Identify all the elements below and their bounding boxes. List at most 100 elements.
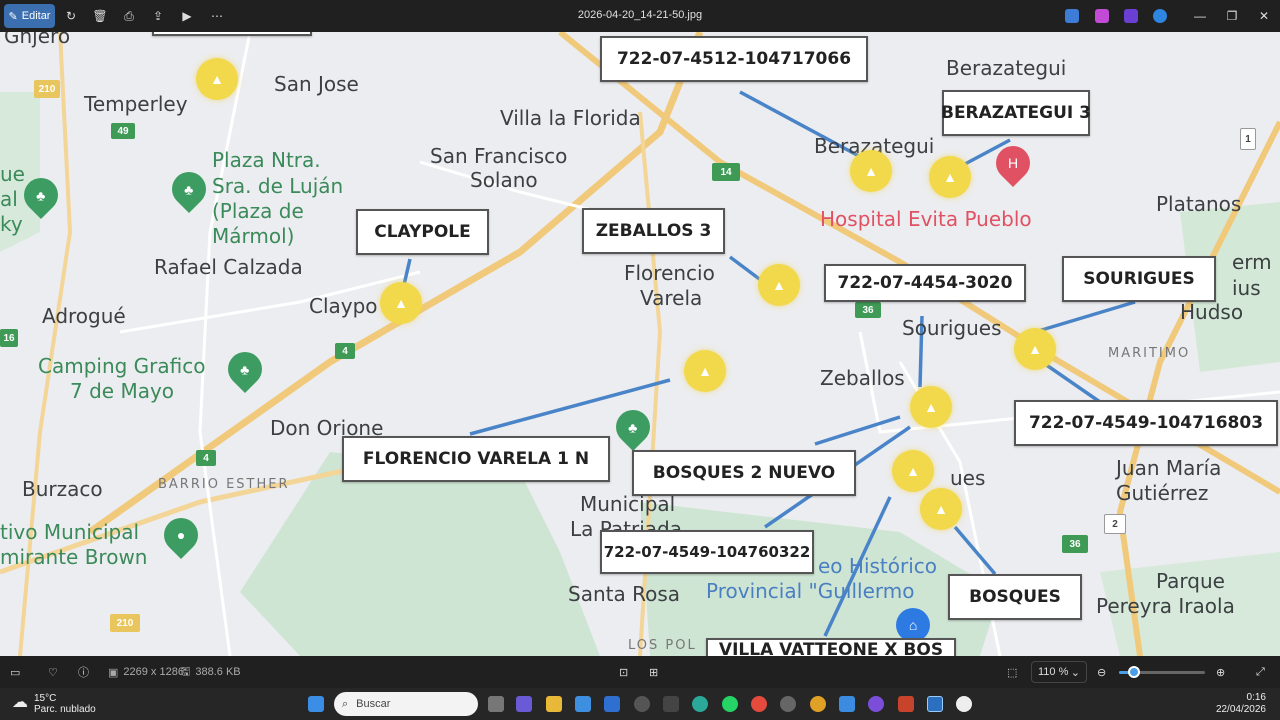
place-museo-2: Provincial "Guillermo	[706, 579, 915, 603]
place-san-francisco: San Francisco	[430, 144, 568, 168]
dimensions-icon: ▣	[108, 666, 119, 679]
outlook-icon[interactable]	[604, 696, 620, 712]
place-florencio: Florencio	[624, 261, 715, 285]
place-ky: ky	[0, 212, 23, 236]
photos-app-window: ✎ Editar ↻ 🗑 ⎙ ⇪ ▶ ⋯ 2026-04-20_14-21-50…	[0, 0, 1280, 720]
tower-marker-icon[interactable]: ▲	[910, 386, 952, 428]
teams-icon[interactable]	[516, 696, 532, 712]
taskbar-search[interactable]: ⌕ Buscar	[334, 692, 478, 716]
place-juan-maria: Juan María	[1116, 456, 1222, 480]
place-santa-rosa: Santa Rosa	[568, 582, 680, 606]
place-gruero: Gnjero	[4, 32, 71, 48]
info-icon[interactable]: ⓘ	[78, 664, 94, 680]
place-hudson: Hudso	[1180, 300, 1244, 324]
search-icon: ⌕	[342, 697, 349, 710]
route-shield-210b: 210	[110, 614, 140, 632]
tower-marker-icon[interactable]: ▲	[929, 156, 971, 198]
place-rafael-calzada: Rafael Calzada	[154, 255, 303, 279]
close-icon[interactable]: ✕	[1254, 6, 1274, 26]
place-villa-la-florida: Villa la Florida	[500, 106, 641, 130]
onedrive-icon[interactable]	[1153, 9, 1167, 23]
zoom-out-icon[interactable]: ⊖	[1097, 664, 1106, 680]
app-icon[interactable]	[634, 696, 650, 712]
place-ferm: erm	[1232, 250, 1272, 274]
place-barrio-esther: BARRIO ESTHER	[158, 477, 290, 492]
edit-app-icon[interactable]	[1065, 9, 1079, 23]
place-temperley: Temperley	[84, 92, 188, 116]
place-plaza-3: (Plaza de	[212, 199, 304, 223]
app-icon-2[interactable]	[663, 696, 679, 712]
tower-marker-icon[interactable]: ▲	[380, 282, 422, 324]
place-adrogue: Adrogué	[42, 304, 126, 328]
route-shield-1: 1	[1240, 128, 1256, 150]
photos-icon[interactable]	[927, 696, 943, 712]
file-size-text: 388.6 KB	[195, 666, 241, 678]
place-varela: Varela	[640, 286, 703, 310]
fullscreen-icon[interactable]: ⤢	[1256, 664, 1265, 680]
place-san-jose: San Jose	[274, 72, 359, 96]
start-icon[interactable]	[308, 696, 324, 712]
system-clock[interactable]: 0:16 22/04/2026	[1216, 692, 1266, 716]
tower-marker-icon[interactable]: ▲	[850, 150, 892, 192]
designer-app-icon[interactable]	[1095, 9, 1109, 23]
zoom-dropdown[interactable]: 110 % ⌄	[1031, 661, 1087, 683]
ocr-icon[interactable]: ⊞	[649, 664, 658, 680]
whatsapp-icon[interactable]	[722, 696, 738, 712]
edge-icon[interactable]	[692, 696, 708, 712]
weather-widget[interactable]: ☁ 15°C Parc. nublado	[12, 693, 96, 715]
route-shield-4b: 4	[196, 450, 216, 466]
weather-desc: Parc. nublado	[34, 704, 96, 715]
app-icon-4[interactable]	[868, 696, 884, 712]
minimize-icon[interactable]: —	[1190, 6, 1210, 26]
store-icon[interactable]	[575, 696, 591, 712]
place-maritimo: MARITIMO	[1108, 346, 1191, 361]
tower-marker-icon[interactable]: ▲	[758, 264, 800, 306]
powerpoint-icon[interactable]	[898, 696, 914, 712]
favorite-icon[interactable]: ♡	[48, 664, 64, 680]
chrome-icon[interactable]	[751, 696, 767, 712]
zoom-slider[interactable]	[1119, 666, 1205, 678]
image-dimensions: ▣ 2269 x 1286	[108, 664, 184, 680]
tower-marker-icon[interactable]: ▲	[1014, 328, 1056, 370]
task-view-icon[interactable]	[488, 696, 504, 712]
tower-marker-icon[interactable]: ▲	[892, 450, 934, 492]
bottom-info-bar: ▭ ♡ ⓘ ▣ 2269 x 1286 🖫 388.6 KB ⊡ ⊞ ⬚ 110…	[0, 656, 1280, 688]
search-placeholder: Buscar	[356, 698, 391, 710]
maximize-icon[interactable]: ❐	[1222, 6, 1242, 26]
media-player-icon[interactable]	[956, 696, 972, 712]
zoom-in-icon[interactable]: ⊕	[1216, 664, 1225, 680]
place-bosques: ues	[950, 466, 986, 490]
place-plaza-1: Plaza Ntra.	[212, 148, 321, 172]
annotation-phone-top: 722-07-4512-104717066	[600, 36, 868, 82]
chrome-icon-2[interactable]	[810, 696, 826, 712]
fit-icon[interactable]: ⊡	[619, 664, 628, 680]
app-icon-3[interactable]	[839, 696, 855, 712]
map-image[interactable]: 210 49 14 36 4 4 16 210 2 36 1 Temperley…	[0, 32, 1280, 656]
place-ue: ue	[0, 162, 25, 186]
file-size: 🖫 388.6 KB	[181, 664, 241, 680]
file-explorer-icon[interactable]	[546, 696, 562, 712]
route-shield-4: 4	[335, 343, 355, 359]
route-shield-14: 14	[712, 163, 740, 181]
place-plaza-2: Sra. de Luján	[212, 174, 344, 198]
place-camping-1: Camping Grafico	[38, 354, 206, 378]
tower-marker-icon[interactable]: ▲	[684, 350, 726, 392]
filmstrip-icon[interactable]: ▭	[10, 664, 26, 680]
tower-marker-icon[interactable]: ▲	[196, 58, 238, 100]
place-plaza-4: Mármol)	[212, 224, 295, 248]
place-al: al	[0, 187, 18, 211]
annotation-villa-vatteone: VILLA VATTEONE X BOS	[706, 638, 956, 656]
annotation-top-left	[152, 32, 312, 36]
zoom-value: 110 %	[1038, 666, 1069, 678]
annotation-florencio-varela: FLORENCIO VARELA 1 N	[342, 436, 610, 482]
annotation-phone-mid: 722-07-4454-3020	[824, 264, 1026, 302]
weather-temp: 15°C	[34, 693, 57, 704]
annotation-sourigues: SOURIGUES	[1062, 256, 1216, 302]
settings-icon[interactable]	[780, 696, 796, 712]
actual-size-icon[interactable]: ⬚	[1007, 664, 1017, 680]
file-size-icon: 🖫	[181, 665, 191, 678]
place-camping-2: 7 de Mayo	[70, 379, 175, 403]
tower-marker-icon[interactable]: ▲	[920, 488, 962, 530]
zoom-slider-thumb[interactable]	[1128, 666, 1141, 678]
clipchamp-app-icon[interactable]	[1124, 9, 1138, 23]
